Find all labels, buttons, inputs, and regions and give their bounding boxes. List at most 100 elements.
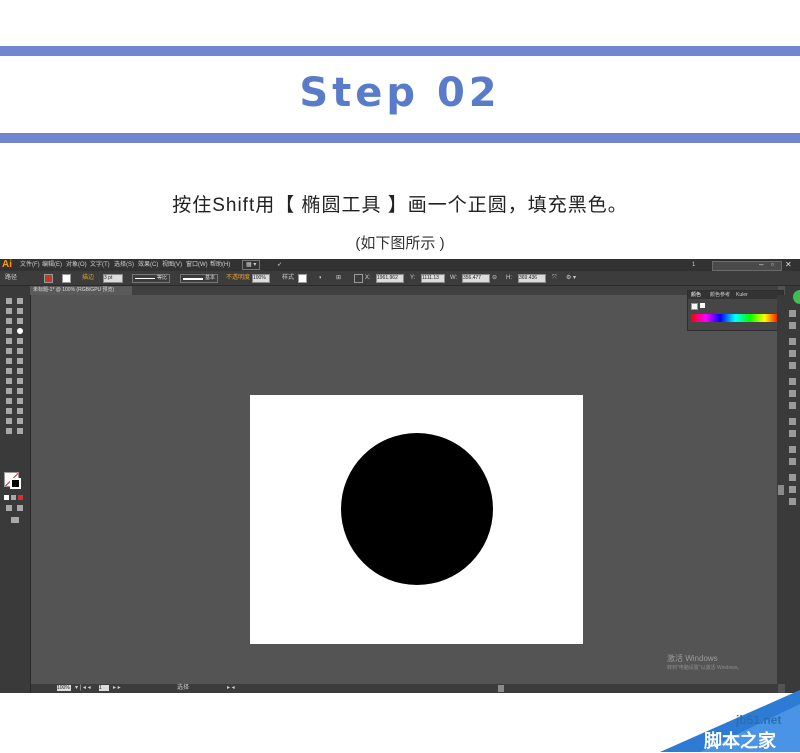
artboard-tool-icon[interactable]: [6, 418, 12, 424]
opacity-field[interactable]: 100%: [252, 274, 270, 283]
color-spectrum[interactable]: [691, 314, 779, 322]
dock-swatches-icon[interactable]: [789, 338, 796, 345]
minimize-button[interactable]: –: [759, 259, 763, 271]
color-mode-icon[interactable]: [4, 495, 9, 500]
transform-icon[interactable]: ⤧: [552, 271, 557, 285]
dock-color-icon[interactable]: [789, 310, 796, 317]
tab-color-guide[interactable]: 颜色参考: [710, 291, 730, 299]
line-tool-icon[interactable]: [6, 328, 12, 334]
zoom-tool-icon[interactable]: [17, 428, 23, 434]
menu-type[interactable]: 文字(T): [90, 259, 110, 271]
zoom-field[interactable]: 100%: [57, 685, 71, 691]
stroke-color-icon[interactable]: [62, 274, 71, 283]
draw-inside-icon[interactable]: [17, 505, 23, 511]
panel-fill-swatch[interactable]: [691, 303, 698, 310]
slice-tool-icon[interactable]: [17, 418, 23, 424]
blend-tool-icon[interactable]: [17, 398, 23, 404]
stroke-profile-dropdown[interactable]: 等比: [132, 274, 170, 283]
mesh-tool-icon[interactable]: [6, 388, 12, 394]
dock-transparency-icon[interactable]: [789, 402, 796, 409]
reference-point-icon[interactable]: [354, 274, 363, 283]
symbol-sprayer-tool-icon[interactable]: [6, 408, 12, 414]
dock-guide-icon[interactable]: [789, 322, 796, 329]
vertical-scrollbar[interactable]: [777, 295, 785, 684]
dock-symbols-icon[interactable]: [789, 362, 796, 369]
none-mode-icon[interactable]: [18, 495, 23, 500]
dock-stroke-icon[interactable]: [789, 378, 796, 385]
blob-brush-tool-icon[interactable]: [6, 348, 12, 354]
gradient-tool-icon[interactable]: [17, 388, 23, 394]
menu-effect[interactable]: 效果(C): [138, 259, 158, 271]
free-transform-tool-icon[interactable]: [17, 368, 23, 374]
send-icon[interactable]: ➶: [277, 259, 282, 271]
y-field[interactable]: 1111.13: [421, 274, 445, 283]
fill-color-icon[interactable]: [44, 274, 53, 283]
menu-file[interactable]: 文件(F): [20, 259, 40, 271]
menu-view[interactable]: 视图(V): [162, 259, 182, 271]
selection-tool-icon[interactable]: [6, 298, 12, 304]
page-nav-icon[interactable]: ▸ ▸: [113, 684, 121, 693]
panel-stroke-swatch[interactable]: [700, 303, 705, 308]
direct-selection-tool-icon[interactable]: [17, 298, 23, 304]
menu-help[interactable]: 帮助(H): [210, 259, 230, 271]
status-menu-icon[interactable]: ▸ ◂: [227, 684, 235, 693]
menu-object[interactable]: 对象(O): [66, 259, 87, 271]
dock-transform-icon[interactable]: [789, 474, 796, 481]
artboard[interactable]: [250, 395, 583, 644]
type-tool-icon[interactable]: [17, 318, 23, 324]
screen-mode-icon[interactable]: [11, 517, 19, 523]
shape-builder-tool-icon[interactable]: [6, 378, 12, 384]
pencil-tool-icon[interactable]: [17, 338, 23, 344]
pen-tool-icon[interactable]: [6, 318, 12, 324]
menu-window[interactable]: 窗口(W): [186, 259, 208, 271]
scale-tool-icon[interactable]: [17, 358, 23, 364]
tab-color[interactable]: 颜色: [691, 291, 701, 299]
workspace-switcher-icon[interactable]: ▦ ▾: [242, 260, 261, 270]
dock-brushes-icon[interactable]: [789, 350, 796, 357]
dock-layers-icon[interactable]: [789, 446, 796, 453]
rotate-tool-icon[interactable]: [6, 358, 12, 364]
menu-select[interactable]: 选择(S): [114, 259, 134, 271]
paintbrush-tool-icon[interactable]: [6, 338, 12, 344]
vertical-scroll-thumb[interactable]: [778, 485, 784, 495]
height-field[interactable]: 369.436: [518, 274, 546, 283]
stroke-label[interactable]: 描边: [82, 271, 94, 285]
magic-wand-tool-icon[interactable]: [6, 308, 12, 314]
width-tool-icon[interactable]: [6, 368, 12, 374]
align-icon[interactable]: ⊞: [336, 271, 341, 285]
dock-appearance-icon[interactable]: [789, 418, 796, 425]
gradient-mode-icon[interactable]: [11, 495, 16, 500]
stroke-weight-field[interactable]: 3 pt: [103, 274, 123, 283]
hand-tool-icon[interactable]: [6, 428, 12, 434]
page-field[interactable]: 1: [99, 685, 109, 691]
graphic-style-swatch[interactable]: [298, 274, 307, 283]
dock-graphic-styles-icon[interactable]: [789, 430, 796, 437]
draw-mode-icon[interactable]: [6, 505, 12, 511]
brush-dropdown[interactable]: 基本: [180, 274, 218, 283]
x-field[interactable]: 1961.962: [376, 274, 404, 283]
maximize-button[interactable]: ▫: [771, 259, 774, 271]
zoom-dropdown-icon[interactable]: ▾ | ◂ ◂: [75, 684, 91, 693]
document-tab[interactable]: 未标题-1* @ 100% (RGB/GPU 预览): [30, 286, 132, 295]
lasso-tool-icon[interactable]: [17, 308, 23, 314]
dock-gradient-icon[interactable]: [789, 390, 796, 397]
opacity-label[interactable]: 不透明度: [226, 271, 250, 285]
menu-edit[interactable]: 编辑(E): [42, 259, 62, 271]
eraser-tool-icon[interactable]: [17, 348, 23, 354]
dock-pathfinder-icon[interactable]: [789, 498, 796, 505]
eyedropper-tool-icon[interactable]: [6, 398, 12, 404]
column-graph-tool-icon[interactable]: [17, 408, 23, 414]
black-circle-shape[interactable]: [341, 433, 493, 585]
dock-artboards-icon[interactable]: [789, 458, 796, 465]
dock-align-icon[interactable]: [789, 486, 796, 493]
panel-menu-icon[interactable]: ⚙ ▾: [566, 271, 576, 285]
tab-kuler[interactable]: Kuler: [736, 291, 748, 299]
link-icon[interactable]: ⊖: [492, 271, 497, 285]
recolor-icon[interactable]: ◑: [318, 271, 322, 285]
horizontal-scroll-thumb[interactable]: [498, 685, 504, 692]
perspective-grid-tool-icon[interactable]: [17, 378, 23, 384]
stroke-swatch[interactable]: [10, 478, 21, 489]
close-button[interactable]: ✕: [785, 259, 792, 271]
width-field[interactable]: 356.477: [462, 274, 490, 283]
ellipse-tool-icon[interactable]: [17, 328, 23, 334]
